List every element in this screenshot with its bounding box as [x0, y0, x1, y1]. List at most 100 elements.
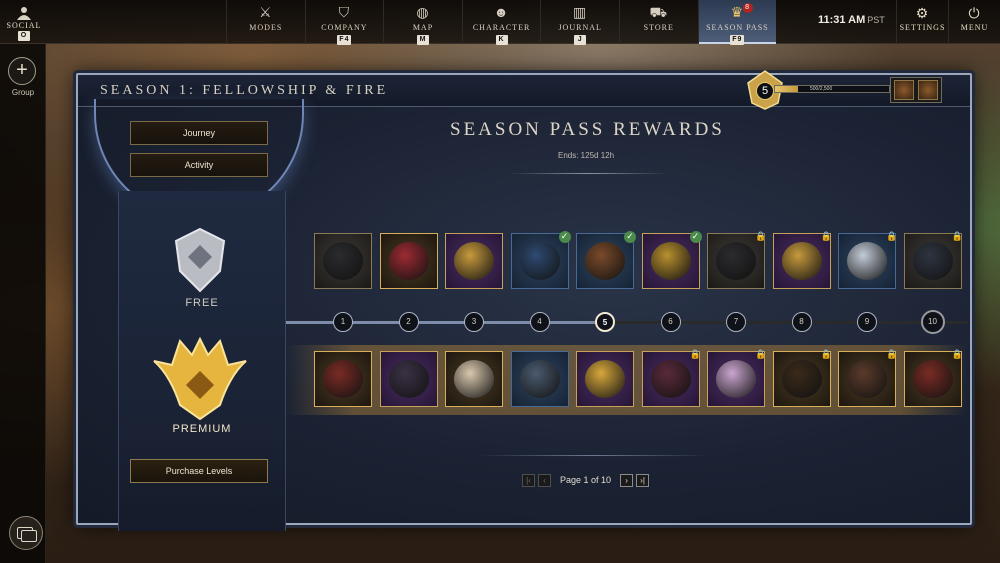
group-button[interactable]: + [8, 57, 36, 85]
reward-item-icon [847, 242, 887, 280]
check-icon: ✓ [558, 231, 571, 243]
settings-button[interactable]: ⚙ SETTINGS [896, 0, 948, 44]
lock-icon: 🔒 [689, 350, 702, 360]
free-reward-2[interactable] [379, 233, 438, 289]
reward-item-icon [454, 242, 494, 280]
free-reward-4[interactable]: ✓ [510, 231, 571, 289]
notification-badge: 8 [742, 3, 753, 13]
lock-icon: 🔒 [755, 232, 767, 242]
reward-item-icon [912, 242, 953, 280]
season-level: 5 [756, 82, 774, 100]
level-node-4[interactable]: 4 [529, 312, 550, 332]
free-reward-8[interactable]: 🔒 [772, 232, 833, 289]
book-icon: ▥ [573, 6, 588, 21]
premium-reward-5[interactable] [576, 351, 634, 407]
tab-journal[interactable]: ▥ JOURNAL J [540, 0, 619, 45]
top-navigation-bar: SOCIAL O ⚔ MODES ⛉ COMPANY F4 ◍ MAP M ☻ … [0, 0, 1000, 45]
lock-icon: 🔒 [951, 350, 964, 360]
xp-text: 500/2,500 [810, 86, 833, 92]
header-reward-icons [890, 77, 942, 103]
chest-icon[interactable] [918, 80, 938, 100]
tab-company[interactable]: ⛉ COMPANY F4 [304, 0, 384, 45]
coin-icon[interactable] [894, 80, 914, 100]
first-page-button[interactable]: |‹ [522, 473, 535, 487]
premium-reward-6[interactable]: 🔒 [641, 350, 702, 407]
level-node-2[interactable]: 2 [398, 312, 419, 332]
reward-item-icon [454, 360, 494, 398]
free-reward-5[interactable]: ✓ [576, 231, 636, 289]
free-reward-3[interactable] [445, 233, 503, 289]
premium-crest-icon [153, 336, 247, 421]
social-keybind: O [18, 31, 30, 41]
reward-item-icon [716, 242, 756, 280]
prev-page-button[interactable]: ‹ [538, 473, 551, 487]
last-page-button[interactable]: ›| [636, 473, 650, 487]
lock-icon: 🔒 [755, 350, 767, 360]
next-page-button[interactable]: › [620, 473, 634, 487]
page-label: Page 1 of 10 [560, 475, 612, 485]
reward-item-icon [781, 242, 822, 280]
purchase-levels-button[interactable]: Purchase Levels [130, 459, 268, 483]
shield-icon: ⛉ [338, 6, 351, 21]
level-node-6[interactable]: 6 [660, 312, 681, 332]
reward-item-icon [519, 242, 560, 280]
reward-item-icon [650, 360, 691, 398]
free-reward-1[interactable] [314, 233, 372, 289]
premium-track-label: PREMIUM [172, 423, 232, 435]
free-reward-6[interactable]: ✓ [641, 231, 702, 289]
level-node-9[interactable]: 9 [857, 312, 877, 332]
reward-item-icon [585, 360, 625, 398]
rewards-title: SEASON PASS REWARDS [450, 119, 725, 140]
lock-icon: 🔒 [820, 350, 833, 360]
tab-map[interactable]: ◍ MAP M [383, 0, 462, 45]
premium-reward-4[interactable] [510, 351, 569, 407]
free-reward-9[interactable]: 🔒 [838, 232, 898, 289]
level-node-1[interactable]: 1 [333, 312, 353, 332]
social-icon [17, 7, 31, 20]
reward-item-icon [912, 360, 953, 398]
premium-reward-7[interactable]: 🔒 [707, 350, 767, 407]
power-icon: ⏻ [968, 7, 981, 22]
free-track-label: FREE [185, 297, 219, 309]
reward-item-icon [716, 360, 756, 398]
tab-modes[interactable]: ⚔ MODES [226, 0, 305, 44]
free-shield-icon [174, 227, 226, 293]
premium-reward-9[interactable]: 🔒 [838, 350, 898, 407]
free-reward-7[interactable]: 🔒 [707, 232, 767, 289]
premium-reward-3[interactable] [445, 351, 503, 407]
tab-store[interactable]: ⛟ STORE [618, 0, 698, 44]
check-icon: ✓ [689, 231, 702, 243]
chat-button[interactable] [9, 516, 43, 550]
tab-season-pass[interactable]: ♛ 8 SEASON PASS F9 [697, 0, 777, 45]
gear-icon: ⚙ [915, 7, 930, 22]
activity-button[interactable]: Activity [130, 153, 268, 177]
lock-icon: 🔒 [886, 232, 898, 242]
menu-button[interactable]: ⏻ MENU [948, 0, 1000, 44]
premium-reward-8[interactable]: 🔒 [772, 350, 833, 407]
level-node-8[interactable]: 8 [791, 312, 812, 332]
reward-item-icon [847, 360, 887, 398]
level-node-10[interactable]: 10 [920, 310, 945, 334]
premium-reward-1[interactable] [314, 351, 372, 407]
journey-button[interactable]: Journey [130, 121, 268, 145]
premium-reward-2[interactable] [379, 351, 438, 407]
reward-item-icon [323, 242, 363, 280]
lock-icon: 🔒 [951, 232, 964, 242]
free-reward-10[interactable]: 🔒 [903, 232, 964, 289]
premium-reward-10[interactable]: 🔒 [903, 350, 964, 407]
nav-tabs: ⚔ MODES ⛉ COMPANY F4 ◍ MAP M ☻ CHARACTER… [226, 0, 777, 45]
level-node-7[interactable]: 7 [726, 312, 746, 332]
reward-item-icon [388, 242, 429, 280]
lock-icon: 🔒 [886, 350, 898, 360]
social-button[interactable]: SOCIAL O [0, 0, 48, 44]
globe-icon: ◍ [416, 6, 430, 21]
lock-icon: 🔒 [820, 232, 833, 242]
level-node-3[interactable]: 3 [464, 312, 484, 332]
tab-character[interactable]: ☻ CHARACTER K [461, 0, 541, 45]
divider [478, 455, 710, 456]
check-icon: ✓ [624, 231, 636, 243]
level-node-5[interactable]: 5 [595, 312, 615, 332]
season-title: SEASON 1: FELLOWSHIP & FIRE [100, 83, 389, 98]
reward-item-icon [650, 242, 691, 280]
reward-item-icon [781, 360, 822, 398]
